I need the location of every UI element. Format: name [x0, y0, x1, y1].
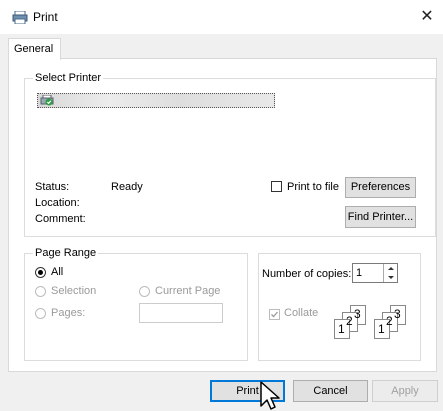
collate-digit: 3	[354, 307, 361, 321]
collate-digit: 3	[394, 307, 401, 321]
collate-digit: 1	[338, 322, 345, 336]
spin-down-icon[interactable]	[384, 273, 398, 282]
selection-radio[interactable]	[35, 286, 46, 297]
selected-printer-item[interactable]	[37, 93, 275, 108]
pages-input[interactable]	[139, 303, 223, 323]
apply-button[interactable]: Apply	[372, 380, 438, 402]
selection-label[interactable]: Selection	[51, 285, 96, 297]
window-title: Print	[33, 10, 58, 24]
close-button[interactable]: ✕	[416, 6, 438, 28]
tab-general[interactable]: General	[8, 38, 61, 60]
pages-radio[interactable]	[35, 308, 46, 319]
page-range-title: Page Range	[33, 247, 99, 259]
title-bar	[0, 0, 443, 34]
copies-stepper[interactable]: 1	[352, 263, 398, 283]
status-value: Ready	[111, 181, 143, 193]
collate-digit: 1	[378, 322, 385, 336]
all-label[interactable]: All	[51, 266, 63, 278]
location-label: Location:	[35, 197, 80, 209]
mouse-cursor-icon	[260, 381, 280, 410]
collate-checkbox[interactable]	[269, 309, 280, 320]
collate-illustration-1: 3 2 1	[332, 305, 368, 339]
select-printer-title: Select Printer	[33, 72, 104, 84]
checkmark-icon	[271, 311, 278, 318]
preferences-button[interactable]: Preferences	[345, 177, 416, 198]
printer-icon	[12, 11, 28, 24]
tab-label: General	[14, 43, 54, 55]
pages-label[interactable]: Pages:	[51, 307, 85, 319]
current-page-radio[interactable]	[139, 286, 150, 297]
spin-up-icon[interactable]	[384, 264, 398, 273]
all-radio[interactable]	[35, 267, 46, 278]
current-page-label[interactable]: Current Page	[155, 285, 220, 297]
collate-digit: 2	[346, 314, 353, 328]
comment-label: Comment:	[35, 213, 86, 225]
collate-label[interactable]: Collate	[284, 307, 318, 319]
spin-buttons[interactable]	[383, 264, 398, 282]
printer-ready-icon	[40, 95, 54, 106]
copies-value: 1	[356, 267, 363, 279]
collate-digit: 2	[386, 314, 393, 328]
print-to-file-label[interactable]: Print to file	[287, 181, 339, 193]
cancel-button[interactable]: Cancel	[293, 380, 368, 402]
print-to-file-checkbox[interactable]	[271, 181, 282, 192]
collate-illustration-2: 3 2 1	[372, 305, 408, 339]
find-printer-button[interactable]: Find Printer...	[345, 206, 416, 228]
number-of-copies-label: Number of copies:	[262, 268, 352, 280]
status-label: Status:	[35, 181, 70, 193]
